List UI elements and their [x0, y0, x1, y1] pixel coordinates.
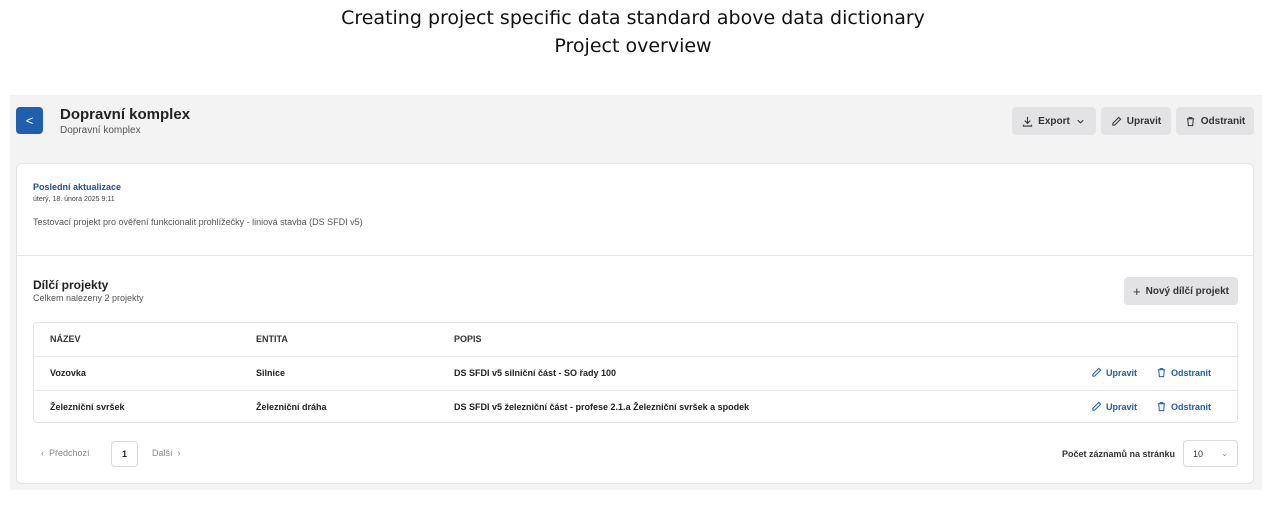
last-updated-label: Poslední aktualizace	[33, 182, 122, 192]
chevron-down-icon: ⌄	[1221, 449, 1228, 458]
chevron-left-icon: ‹	[41, 448, 44, 458]
row-name: Železniční svršek	[50, 402, 125, 412]
current-page-button[interactable]: 1	[111, 441, 138, 467]
pencil-icon	[1092, 367, 1102, 377]
project-detail-view: < Dopravní komplex Dopravní komplex Expo…	[10, 95, 1262, 490]
trash-icon	[1157, 368, 1166, 378]
next-page-label: Další	[152, 448, 173, 458]
delete-label: Odstranit	[1200, 115, 1246, 127]
edit-button[interactable]: Upravit	[1101, 107, 1171, 135]
table-header: NÁZEV ENTITA POPIS	[34, 323, 1237, 356]
row-delete-label: Odstranit	[1171, 401, 1212, 412]
column-header-name[interactable]: NÁZEV	[50, 334, 81, 344]
page-title: Dopravní komplex	[60, 106, 191, 123]
chevron-down-icon	[1077, 119, 1084, 124]
previous-page-button[interactable]: ‹ Předchozí	[41, 448, 90, 458]
export-button[interactable]: Export	[1012, 107, 1096, 135]
row-description: DS SFDI v5 silniční část - SO řady 100	[454, 368, 617, 378]
per-page-value: 10	[1193, 449, 1204, 459]
project-card: Poslední aktualizace úterý, 18. února 20…	[16, 163, 1254, 484]
delete-button[interactable]: Odstranit	[1176, 107, 1254, 135]
new-subproject-button[interactable]: + Nový dílčí projekt	[1124, 277, 1238, 305]
divider	[17, 255, 1253, 256]
row-edit-label: Upravit	[1106, 367, 1138, 378]
row-name: Vozovka	[50, 368, 86, 378]
page-subtitle: Dopravní komplex	[60, 125, 141, 136]
chevron-right-icon: ›	[177, 448, 181, 458]
next-page-button[interactable]: Další ›	[152, 448, 181, 458]
column-header-entity[interactable]: ENTITA	[256, 334, 288, 344]
trash-icon	[1157, 402, 1166, 412]
trash-icon	[1186, 116, 1194, 126]
per-page-select[interactable]: 10 ⌄	[1183, 440, 1238, 467]
pencil-icon	[1112, 116, 1122, 126]
slide-subtitle: Project overview	[554, 35, 712, 57]
project-description: Testovací projekt pro ověření funkcional…	[33, 217, 363, 227]
new-subproject-label: Nový dílčí projekt	[1145, 285, 1229, 297]
row-description: DS SFDI v5 železniční část - profese 2.1…	[454, 402, 750, 412]
last-updated-value: úterý, 18. února 2025 9:11	[33, 196, 115, 203]
column-header-description[interactable]: POPIS	[454, 334, 482, 344]
download-icon	[1022, 116, 1033, 127]
subprojects-table: NÁZEV ENTITA POPIS Vozovka Silnice DS SF…	[33, 322, 1238, 423]
subprojects-title: Dílčí projekty	[33, 278, 109, 292]
row-entity: Železniční dráha	[256, 402, 327, 412]
back-button[interactable]: <	[16, 107, 43, 134]
row-edit-button[interactable]: Upravit	[1091, 367, 1137, 378]
table-row[interactable]: Vozovka Silnice DS SFDI v5 silniční část…	[34, 356, 1237, 389]
table-row[interactable]: Železniční svršek Železniční dráha DS SF…	[34, 390, 1237, 423]
previous-page-label: Předchozí	[49, 448, 90, 458]
row-edit-label: Upravit	[1106, 401, 1138, 412]
pencil-icon	[1092, 401, 1102, 411]
subprojects-count: Celkem nalezeny 2 projekty	[33, 293, 144, 303]
export-label: Export	[1038, 115, 1070, 127]
row-edit-button[interactable]: Upravit	[1091, 401, 1137, 412]
slide-title: Creating project specific data standard …	[341, 7, 925, 29]
chevron-left-icon: <	[25, 113, 34, 128]
plus-icon: +	[1133, 283, 1141, 299]
edit-label: Upravit	[1126, 115, 1162, 127]
row-delete-button[interactable]: Odstranit	[1156, 367, 1211, 378]
row-delete-button[interactable]: Odstranit	[1156, 401, 1211, 412]
per-page-label: Počet záznamů na stránku	[1062, 449, 1176, 459]
row-entity: Silnice	[256, 368, 286, 378]
row-delete-label: Odstranit	[1171, 367, 1212, 378]
